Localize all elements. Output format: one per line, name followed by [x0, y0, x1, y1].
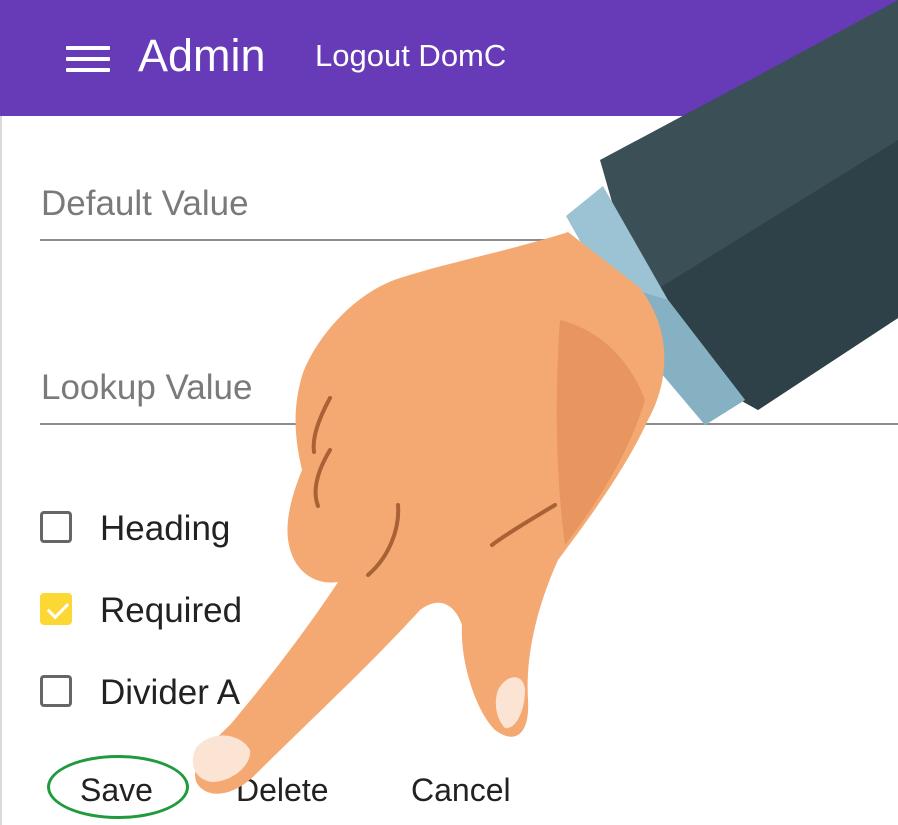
delete-button[interactable]: Delete: [236, 770, 329, 810]
finger-crease-line: [366, 503, 401, 577]
knuckle-line: [313, 448, 332, 508]
hamburger-menu-icon[interactable]: [66, 44, 112, 76]
app-bar: Admin Logout DomC: [0, 0, 898, 116]
hand-shading: [556, 320, 645, 545]
logout-link[interactable]: Logout DomC: [315, 38, 506, 74]
lookup-value-field[interactable]: [40, 364, 898, 424]
save-button[interactable]: Save: [80, 770, 153, 810]
heading-checkbox-label: Heading: [100, 509, 231, 548]
lookup-value-underline: [40, 423, 898, 425]
app-title: Admin: [138, 30, 266, 81]
required-checkbox-label: Required: [100, 591, 243, 630]
divider-checkbox[interactable]: [40, 675, 72, 707]
required-checkbox[interactable]: [40, 593, 72, 625]
hand-shape: [195, 232, 665, 794]
page-left-border: [0, 0, 2, 825]
default-value-field[interactable]: [40, 180, 566, 240]
heading-checkbox[interactable]: [40, 511, 72, 543]
middle-fingernail: [495, 677, 525, 729]
default-value-underline: [40, 239, 562, 241]
divider-checkbox-label: Divider A: [100, 673, 241, 712]
finger-crease-line: [490, 503, 557, 547]
cancel-button[interactable]: Cancel: [411, 770, 511, 810]
